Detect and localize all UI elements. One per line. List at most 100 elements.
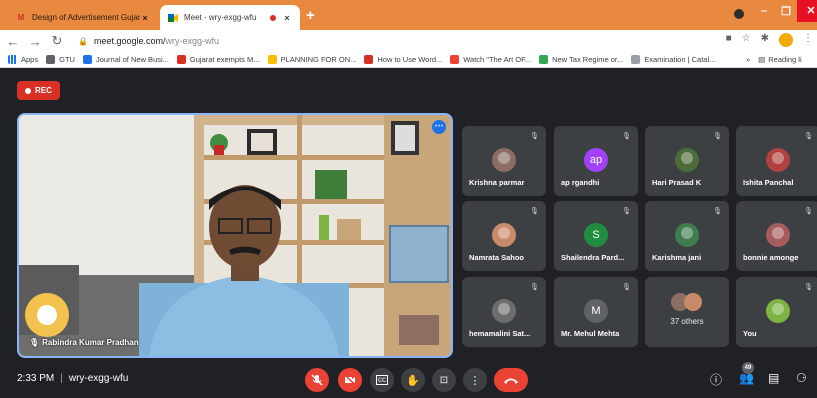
participant-tile[interactable]: 🎙 M Mr. Mehul Mehta xyxy=(554,277,638,347)
chat-icon[interactable]: ▤ xyxy=(768,371,779,385)
address-bar[interactable]: 🔒 meet.google.com/wry-exgg-wfu xyxy=(78,33,728,49)
tab-meet[interactable]: Meet - wry-exgg-wfu × xyxy=(160,5,300,30)
participant-tile[interactable]: 🎙 Karishma jani xyxy=(645,201,729,271)
browser-tab-strip: M Design of Advertisement Gujarat × Meet… xyxy=(0,0,817,30)
participant-name: You xyxy=(743,329,757,338)
meeting-time: 2:33 PM xyxy=(17,373,55,384)
extensions-icon[interactable]: ✱ xyxy=(761,33,769,47)
meet-icon xyxy=(168,13,178,22)
participant-tile[interactable]: 🎙 Krishna parmar xyxy=(462,126,546,196)
bookmark-item[interactable]: PLANNING FOR ON... xyxy=(267,55,357,64)
close-tab-icon[interactable]: × xyxy=(282,13,292,23)
bookmark-item[interactable]: How to Use Word... xyxy=(364,55,442,64)
raise-hand-icon: ✋ xyxy=(406,374,420,387)
bookmark-label: Watch "The Art OF... xyxy=(463,55,532,64)
participant-name: Mr. Mehul Mehta xyxy=(561,329,620,338)
bookmark-item[interactable]: Journal of New Busi... xyxy=(82,55,169,64)
forward-icon[interactable]: → xyxy=(26,34,44,49)
bookmark-favicon-icon xyxy=(176,55,186,64)
bookmark-favicon-icon xyxy=(539,55,549,64)
reading-list-button[interactable]: Reading li xyxy=(768,55,801,64)
avatar-photo xyxy=(498,152,510,164)
mic-off-icon: 🎙 xyxy=(713,208,722,215)
participant-name: Namrata Sahoo xyxy=(469,253,525,262)
reading-list-icon: ▤ xyxy=(758,55,766,64)
participant-tile[interactable]: 🎙 ap ap rgandhi xyxy=(554,126,638,196)
profile-avatar[interactable] xyxy=(779,33,793,47)
bookmarks-right: » ▤ Reading li xyxy=(740,52,817,67)
bookmark-label: Examination | Catal... xyxy=(644,55,716,64)
leave-call-button[interactable] xyxy=(494,368,528,392)
bookmark-item[interactable]: GTU xyxy=(46,55,75,64)
back-icon[interactable]: ← xyxy=(4,34,22,49)
menu-kebab-icon[interactable]: ⋮ xyxy=(803,33,813,47)
record-dot-icon xyxy=(25,87,32,94)
bookmark-label: PLANNING FOR ON... xyxy=(280,55,357,64)
avatar xyxy=(766,223,790,247)
bookmark-favicon-icon xyxy=(267,55,277,64)
captions-button[interactable]: cc xyxy=(370,368,394,392)
main-speaker-tile[interactable]: ⋯ 🎙 Rabindra Kumar Pradhan xyxy=(17,113,453,358)
participant-name: Ishita Panchal xyxy=(743,178,794,187)
participant-tile[interactable]: 🎙 Hari Prasad K xyxy=(645,126,729,196)
avatar xyxy=(492,223,516,247)
new-tab-button[interactable]: + xyxy=(306,7,315,24)
meet-stage: REC ⋯ 🎙 Rabindra Kumar Pradhan 🎙 Krishna… xyxy=(0,69,817,359)
bookmark-item[interactable]: Gujarat exempts M... xyxy=(176,55,260,64)
bookmark-star-icon[interactable]: ☆ xyxy=(742,33,751,47)
bookmarks-overflow-button[interactable]: » xyxy=(746,55,750,64)
bookmark-item[interactable]: Examination | Catal... xyxy=(631,55,715,64)
avatar xyxy=(684,293,702,311)
avatar xyxy=(766,299,790,323)
maximize-icon[interactable]: ❐ xyxy=(775,5,797,18)
avatar-photo xyxy=(498,227,510,239)
present-now-button[interactable]: ⊡ xyxy=(432,368,456,392)
close-window-icon[interactable]: ✕ xyxy=(797,0,817,22)
recording-badge: REC xyxy=(17,81,60,100)
apps-grid-icon xyxy=(8,55,17,64)
avatar: M xyxy=(584,299,608,323)
mic-toggle-button[interactable] xyxy=(305,368,329,392)
mic-off-icon xyxy=(311,374,323,386)
close-tab-icon[interactable]: × xyxy=(140,13,150,23)
raise-hand-button[interactable]: ✋ xyxy=(401,368,425,392)
bookmark-label: GTU xyxy=(59,55,75,64)
camera-toggle-button[interactable] xyxy=(338,368,362,392)
avatar xyxy=(766,148,790,172)
more-options-icon[interactable]: ⋯ xyxy=(432,120,446,134)
speaker-video xyxy=(19,115,451,356)
meeting-info: 2:33 PM | wry-exgg-wfu xyxy=(17,373,128,384)
bookmark-item[interactable]: Watch "The Art OF... xyxy=(450,55,531,64)
mic-off-icon: 🎙 xyxy=(804,133,813,140)
meeting-details-icon[interactable]: ⓘ xyxy=(710,371,722,388)
avatar-photo xyxy=(772,227,784,239)
captions-icon: cc xyxy=(376,375,388,385)
tab-design-of-advertisement[interactable]: M Design of Advertisement Gujarat × xyxy=(8,5,158,30)
mic-off-icon: 🎙 xyxy=(530,284,539,291)
mic-off-icon: 🎙 xyxy=(622,133,631,140)
browser-toolbar: ← → ↻ 🔒 meet.google.com/wry-exgg-wfu ■ ☆… xyxy=(0,30,817,52)
browser-profile-icon[interactable] xyxy=(734,9,744,19)
participant-tile[interactable]: 🎙 You xyxy=(736,277,817,347)
participant-tile[interactable]: 🎙 S Shailendra Pard... xyxy=(554,201,638,271)
gmail-icon: M xyxy=(17,13,25,22)
apps-shortcut[interactable]: Apps xyxy=(8,55,38,64)
bookmark-favicon-icon xyxy=(364,55,374,64)
more-vert-icon: ⋮ xyxy=(469,374,481,387)
mic-off-icon: 🎙 xyxy=(804,208,813,215)
bookmark-item[interactable]: New Tax Regime or... xyxy=(539,55,623,64)
participant-tile[interactable]: 🎙 Namrata Sahoo xyxy=(462,201,546,271)
more-options-button[interactable]: ⋮ xyxy=(463,368,487,392)
participant-tile[interactable]: 37 others xyxy=(645,277,729,347)
participant-tile[interactable]: 🎙 bonnie amonge xyxy=(736,201,817,271)
tab-title: Design of Advertisement Gujarat xyxy=(32,13,140,22)
participant-name: Krishna parmar xyxy=(469,178,525,187)
minimize-icon[interactable]: – xyxy=(753,5,775,17)
reload-icon[interactable]: ↻ xyxy=(48,33,66,49)
participant-tile[interactable]: 🎙 hemamalini Sat... xyxy=(462,277,546,347)
participant-tile[interactable]: 🎙 Ishita Panchal xyxy=(736,126,817,196)
toolbar-actions: ■ ☆ ✱ ⋮ xyxy=(726,33,813,47)
activities-icon[interactable]: ⚆ xyxy=(796,371,807,385)
others-avatars xyxy=(671,293,703,313)
camera-indicator-icon[interactable]: ■ xyxy=(726,33,732,47)
